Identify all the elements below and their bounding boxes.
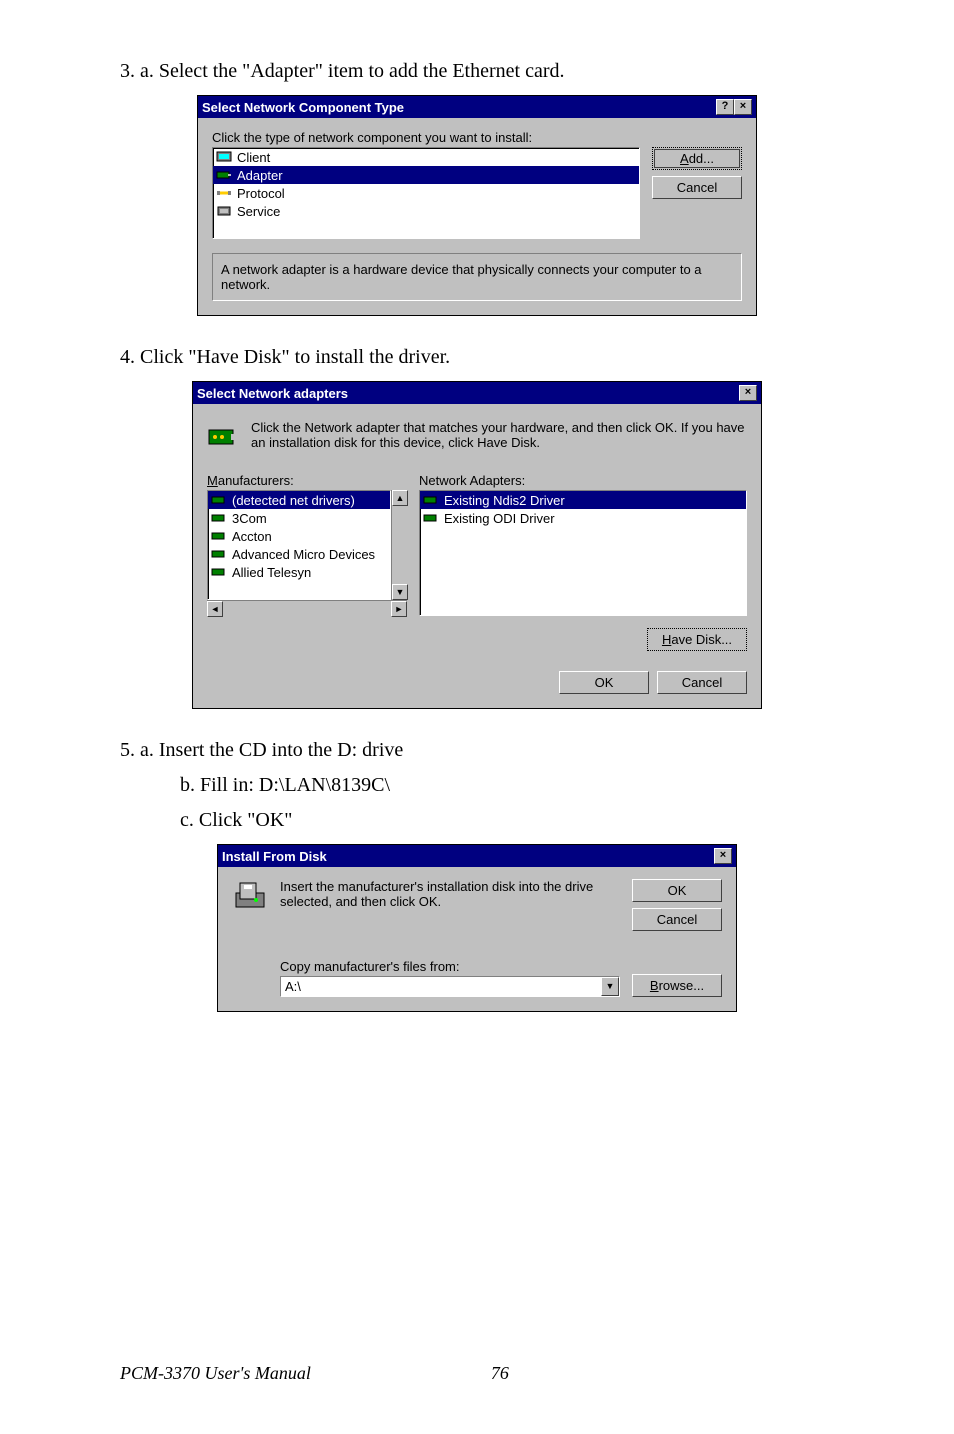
scrollbar[interactable]: ◄ ►: [207, 600, 407, 616]
close-icon[interactable]: ×: [739, 385, 757, 401]
scroll-right-icon[interactable]: ►: [391, 601, 407, 617]
adapter-large-icon: [207, 420, 241, 457]
network-adapters-label: Network Adapters:: [419, 473, 747, 488]
protocol-icon: [216, 185, 232, 201]
adapter-icon: [211, 528, 227, 544]
list-item[interactable]: Existing Ndis2 Driver: [420, 491, 746, 509]
titlebar: Install From Disk ×: [218, 845, 736, 867]
dialog-install-from-disk: Install From Disk × Insert the manufactu…: [217, 844, 737, 1012]
component-type-list[interactable]: Client Adapter Protocol: [212, 147, 640, 239]
close-icon[interactable]: ×: [714, 848, 732, 864]
chevron-down-icon[interactable]: ▼: [601, 977, 619, 996]
list-item-service[interactable]: Service: [213, 202, 639, 220]
disk-icon: [232, 879, 268, 931]
adapter-icon: [211, 564, 227, 580]
list-item[interactable]: Accton: [208, 527, 390, 545]
step-5b-text: b. Fill in: D:\LAN\8139C\: [180, 774, 834, 797]
path-combo[interactable]: ▼: [280, 976, 620, 997]
description-panel: A network adapter is a hardware device t…: [212, 253, 742, 301]
dialog-select-network-adapters: Select Network adapters × Click the Netw…: [192, 381, 762, 709]
adapter-icon: [211, 492, 227, 508]
footer-title: PCM-3370 User's Manual: [120, 1363, 311, 1384]
prompt-label: Click the type of network component you …: [212, 130, 742, 145]
list-item-adapter[interactable]: Adapter: [213, 166, 639, 184]
scroll-up-icon[interactable]: ▲: [392, 490, 408, 506]
scroll-left-icon[interactable]: ◄: [207, 601, 223, 617]
list-item[interactable]: Allied Telesyn: [208, 563, 390, 581]
step-4-text: 4. Click "Have Disk" to install the driv…: [120, 346, 834, 369]
titlebar: Select Network Component Type ? ×: [198, 96, 756, 118]
have-disk-button[interactable]: Have Disk...: [647, 628, 747, 651]
page-number: 76: [491, 1363, 509, 1384]
adapter-icon: [211, 510, 227, 526]
path-input[interactable]: [281, 977, 601, 996]
footer: PCM-3370 User's Manual 76: [120, 1363, 834, 1384]
cancel-button[interactable]: Cancel: [652, 176, 742, 199]
adapter-icon: [211, 546, 227, 562]
list-item[interactable]: (detected net drivers): [208, 491, 390, 509]
copy-from-label: Copy manufacturer's files from:: [280, 959, 620, 974]
add-button[interactable]: Add...: [652, 147, 742, 170]
dialog-title: Install From Disk: [222, 849, 327, 864]
network-adapters-list[interactable]: Existing Ndis2 Driver Existing ODI Drive…: [419, 490, 747, 616]
client-icon: [216, 149, 232, 165]
step-3a-text: 3. a. Select the "Adapter" item to add t…: [120, 60, 834, 83]
titlebar: Select Network adapters ×: [193, 382, 761, 404]
cancel-button[interactable]: Cancel: [632, 908, 722, 931]
adapter-icon: [423, 492, 439, 508]
dialog-title: Select Network adapters: [197, 386, 348, 401]
list-item[interactable]: Advanced Micro Devices: [208, 545, 390, 563]
ok-button[interactable]: OK: [559, 671, 649, 694]
scrollbar[interactable]: ▲ ▼: [391, 490, 407, 600]
step-5a-text: 5. a. Insert the CD into the D: drive: [120, 739, 834, 762]
description-text: Click the Network adapter that matches y…: [251, 420, 747, 457]
dialog-select-network-component: Select Network Component Type ? × Click …: [197, 95, 757, 316]
list-item-client[interactable]: Client: [213, 148, 639, 166]
ok-button[interactable]: OK: [632, 879, 722, 902]
dialog-title: Select Network Component Type: [202, 100, 404, 115]
description-text: A network adapter is a hardware device t…: [221, 262, 702, 292]
cancel-button[interactable]: Cancel: [657, 671, 747, 694]
list-item[interactable]: Existing ODI Driver: [420, 509, 746, 527]
close-icon[interactable]: ×: [734, 99, 752, 115]
adapter-icon: [423, 510, 439, 526]
description-text: Insert the manufacturer's installation d…: [280, 879, 620, 931]
service-icon: [216, 203, 232, 219]
manufacturers-list[interactable]: (detected net drivers) 3Com Accton: [207, 490, 391, 600]
list-item-protocol[interactable]: Protocol: [213, 184, 639, 202]
help-icon[interactable]: ?: [716, 99, 734, 115]
scroll-down-icon[interactable]: ▼: [392, 584, 408, 600]
list-item[interactable]: 3Com: [208, 509, 390, 527]
step-5c-text: c. Click "OK": [180, 809, 834, 832]
manufacturers-label: Manufacturers:: [207, 473, 407, 488]
browse-button[interactable]: Browse...: [632, 974, 722, 997]
adapter-icon: [216, 167, 232, 183]
